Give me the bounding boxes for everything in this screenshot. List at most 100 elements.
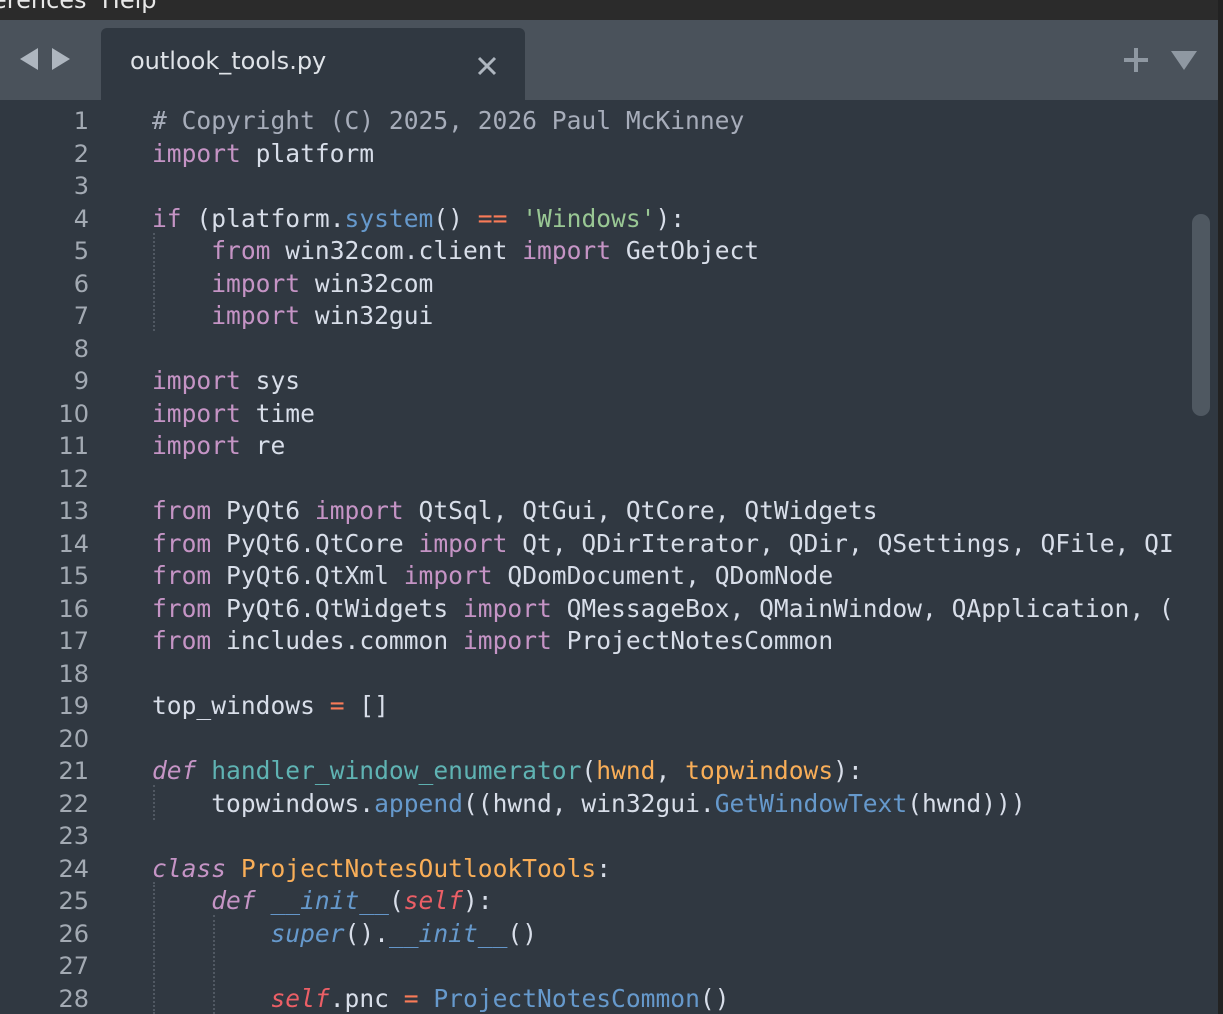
code-token: sys — [240, 366, 301, 395]
code-line[interactable]: 7 import win32gui — [0, 300, 1185, 333]
tab-label[interactable]: outlook_tools.py — [130, 47, 326, 75]
code-line[interactable]: 21 def handler_window_enumerator(hwnd, to… — [0, 755, 1185, 788]
code-line[interactable]: 24 class ProjectNotesOutlookTools: — [0, 853, 1185, 886]
code-line[interactable]: 6 import win32com — [0, 268, 1185, 301]
tab-actions — [1122, 46, 1198, 74]
code-token: . — [374, 918, 389, 948]
tab-outlook-tools[interactable]: outlook_tools.py — [101, 28, 525, 100]
menu-items[interactable]: erences Help — [0, 0, 157, 14]
code-token: def — [152, 756, 197, 785]
line-number: 25 — [58, 887, 89, 915]
code-token: append — [374, 788, 463, 818]
code-token: PyQt6 — [211, 496, 315, 525]
chevron-right-icon[interactable] — [50, 44, 72, 74]
line-number: 13 — [58, 497, 89, 525]
code-line[interactable]: 18 — [0, 658, 1185, 691]
code-token: GetObject — [611, 236, 760, 265]
code-token: client — [418, 236, 523, 265]
code-line[interactable]: 3 — [0, 170, 1185, 203]
code-token: re — [240, 431, 286, 460]
code-token: . — [300, 528, 315, 558]
code-token: () — [344, 918, 375, 948]
code-line[interactable]: 13 from PyQt6 import QtSql, QtGui, QtCore… — [0, 495, 1185, 528]
code-line[interactable]: 15 from PyQt6.QtXml import QDomDocument, … — [0, 560, 1185, 593]
code-token: self — [403, 886, 463, 915]
code-token: , — [551, 528, 567, 558]
code-token: if — [152, 203, 182, 233]
code-text: def handler_window_enumerator(hwnd, topw… — [152, 755, 1185, 788]
code-token: PyQt6 — [211, 528, 301, 558]
code-line[interactable]: 8 — [0, 333, 1185, 366]
code-token: from — [152, 626, 212, 655]
line-number: 20 — [58, 724, 89, 753]
code-token: , — [1010, 528, 1026, 558]
code-line[interactable]: 10 import time — [0, 398, 1185, 431]
chevron-down-icon[interactable] — [1170, 48, 1198, 72]
vertical-scrollbar[interactable] — [1192, 214, 1210, 416]
code-token: time — [240, 398, 315, 428]
code-token: QtWidgets — [314, 593, 463, 623]
code-line[interactable]: 12 — [0, 463, 1185, 496]
code-token: topwindows — [152, 788, 360, 818]
code-token: . — [403, 236, 419, 265]
code-line[interactable]: 1 # Copyright (C) 2025, 2026 Paul McKinne… — [0, 105, 1185, 138]
code-line[interactable]: 20 — [0, 723, 1185, 756]
code-token: Qt — [507, 528, 552, 558]
code-text: # Copyright (C) 2025, 2026 Paul McKinney — [152, 105, 1185, 138]
code-line[interactable]: 11 import re — [0, 430, 1185, 463]
code-editor[interactable]: 1 # Copyright (C) 2025, 2026 Paul McKinne… — [0, 100, 1218, 1014]
code-token: QtCore — [314, 528, 419, 558]
code-token: hwnd — [596, 756, 656, 785]
code-line[interactable]: 27 — [0, 950, 1185, 983]
code-line[interactable]: 2 import platform — [0, 138, 1185, 171]
code-line[interactable]: 17 from includes.common import ProjectNot… — [0, 625, 1185, 658]
code-token: import — [211, 301, 301, 330]
code-line[interactable]: 9 import sys — [0, 365, 1185, 398]
code-token: QtCore — [611, 496, 715, 525]
code-line[interactable]: 14 from PyQt6.QtCore import Qt, QDirItera… — [0, 528, 1185, 561]
code-line[interactable]: 4 if (platform.system() == 'Windows'): — [0, 203, 1185, 236]
tab-bar: outlook_tools.py — [0, 20, 1218, 100]
line-number: 15 — [58, 562, 89, 590]
code-token: . — [300, 593, 315, 623]
code-token: , — [596, 496, 612, 525]
code-token: common — [359, 626, 463, 655]
code-token: ): — [833, 756, 863, 785]
code-line[interactable]: 22 topwindows.append((hwnd, win32gui.Get… — [0, 788, 1185, 821]
code-token: 'Windows' — [522, 203, 656, 233]
code-line[interactable]: 5 from win32com.client import GetObject — [0, 235, 1185, 268]
code-token: PyQt6 — [211, 593, 301, 623]
line-number: 11 — [58, 432, 89, 460]
code-text: from win32com.client import GetObject — [152, 235, 1185, 268]
line-number: 17 — [58, 627, 89, 655]
code-token: . — [699, 788, 715, 818]
code-token: QtSql — [403, 496, 493, 525]
code-line[interactable]: 23 — [0, 820, 1185, 853]
code-token: ( — [388, 886, 404, 915]
code-token: QMainWindow — [744, 593, 922, 623]
plus-icon[interactable] — [1122, 46, 1150, 74]
tab-navigation — [18, 44, 72, 74]
code-token: system — [344, 203, 434, 233]
chevron-left-icon[interactable] — [18, 44, 40, 74]
code-token: ): — [655, 203, 686, 233]
code-token: win32com — [270, 236, 404, 265]
line-number: 8 — [73, 334, 89, 363]
code-text: import win32gui — [152, 300, 1185, 333]
code-text: import sys — [152, 365, 1185, 398]
code-line[interactable]: 25 def __init__(self): — [0, 885, 1185, 918]
code-line[interactable]: 28 self.pnc = ProjectNotesCommon() — [0, 983, 1185, 1014]
code-token: QtGui — [507, 496, 597, 525]
code-line[interactable]: 26 super().__init__() — [0, 918, 1185, 951]
close-icon[interactable] — [475, 54, 499, 78]
line-number: 23 — [58, 822, 89, 850]
code-line[interactable]: 19 top_windows = [] — [0, 690, 1185, 723]
code-line[interactable]: 16 from PyQt6.QtWidgets import QMessageBo… — [0, 593, 1185, 626]
line-number: 6 — [73, 269, 89, 298]
line-number: 5 — [73, 237, 89, 265]
line-number: 3 — [73, 172, 89, 200]
code-token: , — [729, 593, 745, 623]
code-token: __init__ — [388, 918, 508, 948]
code-token: (hwnd))) — [907, 788, 1026, 818]
